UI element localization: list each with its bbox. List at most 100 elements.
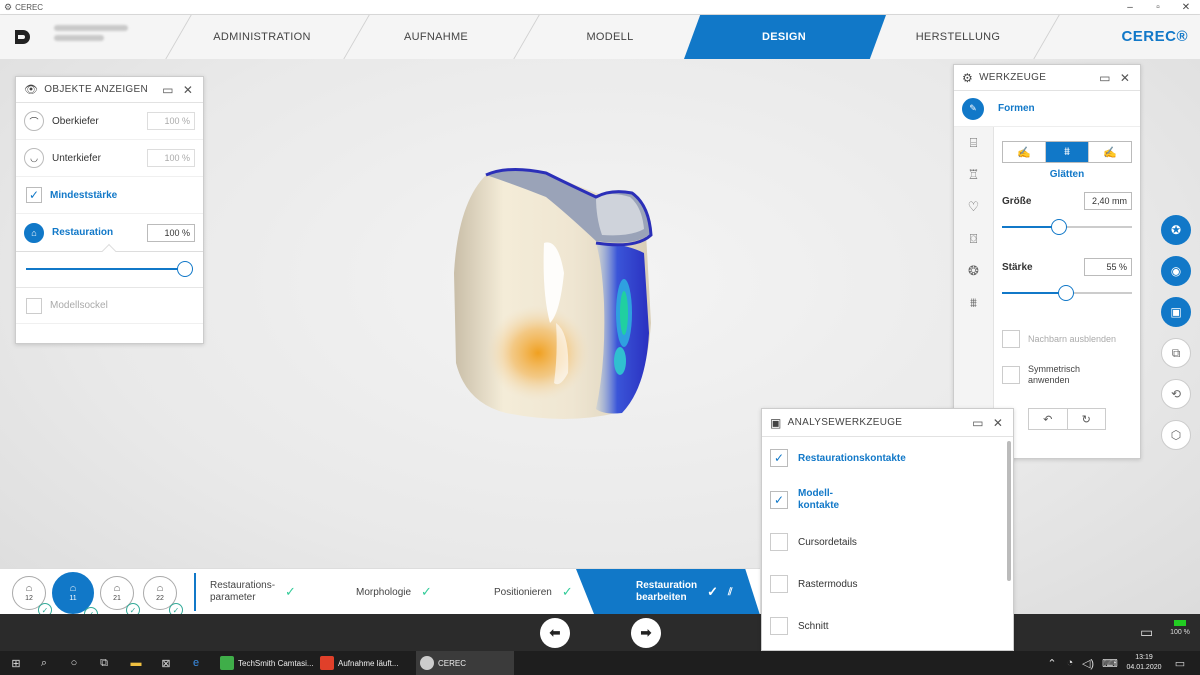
file-explorer-icon[interactable]: ▬ [128,655,144,671]
slider-knob[interactable] [1058,285,1074,301]
slider-knob[interactable] [1051,219,1067,235]
rotate-icon[interactable]: ⟲ [1161,379,1191,409]
layers-icon[interactable]: ⧉ [1161,338,1191,368]
restoration-opacity-slider[interactable] [26,260,193,278]
analysis-row-cursordetails[interactable]: Cursordetails [762,521,1013,563]
step-restaurationsparameter[interactable]: Restaurations- parameter ✓ [210,569,296,615]
strength-field[interactable]: 55 % [1084,258,1132,276]
shape-tool-icon[interactable]: ✎ [962,97,984,120]
collapse-icon[interactable]: ⫽ [728,587,732,598]
mode-smooth-icon[interactable]: ⩩ [1046,142,1089,162]
windows-start-icon[interactable]: ⊞ [8,655,24,671]
view-toggle-icon[interactable]: ◉ [1161,256,1191,286]
tool-formen-row[interactable]: ✎ Formen [954,91,1140,127]
redo-icon[interactable]: ↻ [1068,409,1106,429]
search-icon[interactable]: ⌕ [36,655,52,671]
modellkontakte-checkbox[interactable]: ✓ [770,491,788,509]
opacity-field[interactable]: 100 % [147,112,195,130]
back-arrow-icon[interactable]: ⬅ [540,618,570,648]
eye-icon: 👁 [24,84,39,96]
edge-browser-icon[interactable]: e [188,655,204,671]
step-positionieren[interactable]: Positionieren ✓ [494,569,573,615]
object-row-unterkiefer[interactable]: ◡ Unterkiefer 100 % [16,140,203,177]
store-icon[interactable]: ⊠ [158,655,174,671]
network-icon[interactable]: ◔ [1062,655,1078,671]
mode-add-icon[interactable]: ✍ [1003,142,1046,162]
analysis-row-rastermodus[interactable]: Rastermodus [762,563,1013,605]
lower-jaw-icon[interactable]: ◡ [24,148,44,168]
tab-modell[interactable]: MODELL [540,15,680,59]
step-morphologie[interactable]: Morphologie ✓ [356,569,432,615]
volume-icon[interactable]: ◁) [1080,655,1096,671]
tab-aufnahme[interactable]: AUFNAHME [366,15,506,59]
object-row-modellsockel[interactable]: Modellsockel [16,287,203,324]
restaurationskontakte-checkbox[interactable]: ✓ [770,449,788,467]
shape-mode-selector[interactable]: ✍ ⩩ ✍ [1002,141,1132,163]
size-slider[interactable] [1002,218,1132,236]
tab-design[interactable]: DESIGN [714,15,854,59]
object-row-mindeststaerke[interactable]: ✓ Mindeststärke [16,177,203,214]
maximize-button[interactable]: ▫ [1144,0,1172,15]
taskbar-app-cerec[interactable]: CEREC [416,651,514,675]
schnitt-checkbox[interactable] [770,617,788,635]
tool-icon-5[interactable]: ❂ [954,255,993,287]
mindeststaerke-checkbox[interactable]: ✓ [26,187,42,203]
slider-knob[interactable] [177,261,193,277]
pin-icon[interactable]: ▭ [161,83,175,97]
clock[interactable]: 13:19 04.01.2020 [1124,653,1164,673]
close-window-button[interactable]: ✕ [1172,0,1200,15]
undo-icon[interactable]: ↶ [1029,409,1068,429]
clock-time: 13:19 [1135,654,1153,661]
forward-arrow-icon[interactable]: ➡ [631,618,661,648]
tooth-restoration-model[interactable] [446,163,706,433]
close-icon[interactable]: ✕ [1118,71,1132,85]
upper-jaw-icon[interactable]: ⌒ [24,111,44,131]
size-label: Größe [1002,195,1032,207]
rastermodus-checkbox[interactable] [770,575,788,593]
size-field[interactable]: 2,40 mm [1084,192,1132,210]
tools-toggle-icon[interactable]: ✪ [1161,215,1191,245]
comment-icon[interactable]: ▭ [1140,624,1153,641]
taskbar-app-camtasia[interactable]: TechSmith Camtasi... [216,651,314,675]
tab-herstellung[interactable]: HERSTELLUNG [888,15,1028,59]
opacity-field[interactable]: 100 % [147,223,195,242]
tool-icon-1[interactable]: ⌸ [954,127,993,159]
task-view-icon[interactable]: ⧉ [96,655,112,671]
tool-icon-2[interactable]: ♖ [954,159,993,191]
cube-icon[interactable]: ⬡ [1161,420,1191,450]
cursordetails-checkbox[interactable] [770,533,788,551]
chevron-up-icon[interactable]: ⌃ [1044,655,1060,671]
app-logo[interactable] [12,27,32,47]
navigation-bar: ⬅ ➡ ▭ 100 % [0,614,1200,651]
close-icon[interactable]: ✕ [181,83,195,97]
opacity-field[interactable]: 100 % [147,149,195,167]
object-row-oberkiefer[interactable]: ⌒ Oberkiefer 100 % [16,103,203,140]
symmetric-checkbox[interactable] [1002,366,1020,384]
analysis-toggle-icon[interactable]: ▣ [1161,297,1191,327]
keyboard-icon[interactable]: ⌨ [1102,655,1118,671]
strength-slider[interactable] [1002,284,1132,302]
pin-icon[interactable]: ▭ [971,416,985,430]
mode-remove-icon[interactable]: ✍ [1089,142,1131,162]
cortana-icon[interactable]: ○ [66,655,82,671]
tooth-icon[interactable]: ⌂ [24,222,44,243]
analysis-row-restaurationskontakte[interactable]: ✓ Restaurationskontakte [762,437,1013,479]
minimize-button[interactable]: – [1116,0,1144,15]
object-label: Restauration [52,227,114,238]
analysis-row-modellkontakte[interactable]: ✓ Modell- kontakte [762,479,1013,521]
scrollbar[interactable] [1007,441,1011,581]
top-navigation: ADMINISTRATION AUFNAHME MODELL DESIGN HE… [0,15,1200,59]
analysis-row-schnitt[interactable]: Schnitt [762,605,1013,647]
step-restauration-bearbeiten[interactable]: Restauration bearbeiten ✓ ⫽ [636,569,733,615]
tab-administration[interactable]: ADMINISTRATION [192,15,332,59]
tools-panel: ⚙ WERKZEUGE ▭ ✕ ✎ Formen ⌸ ♖ ♡ ⌼ ❂ ⩩ ✍ ⩩… [953,64,1141,459]
pin-icon[interactable]: ▭ [1098,71,1112,85]
close-icon[interactable]: ✕ [991,416,1005,430]
notifications-icon[interactable]: ▭ [1172,655,1188,671]
tool-icon-4[interactable]: ⌼ [954,223,993,255]
hide-neighbors-checkbox[interactable] [1002,330,1020,348]
taskbar-app-recording[interactable]: Aufnahme läuft... [316,651,412,675]
modellsockel-checkbox[interactable] [26,297,42,314]
tool-icon-6[interactable]: ⩩ [954,287,993,319]
tool-icon-3[interactable]: ♡ [954,191,993,223]
